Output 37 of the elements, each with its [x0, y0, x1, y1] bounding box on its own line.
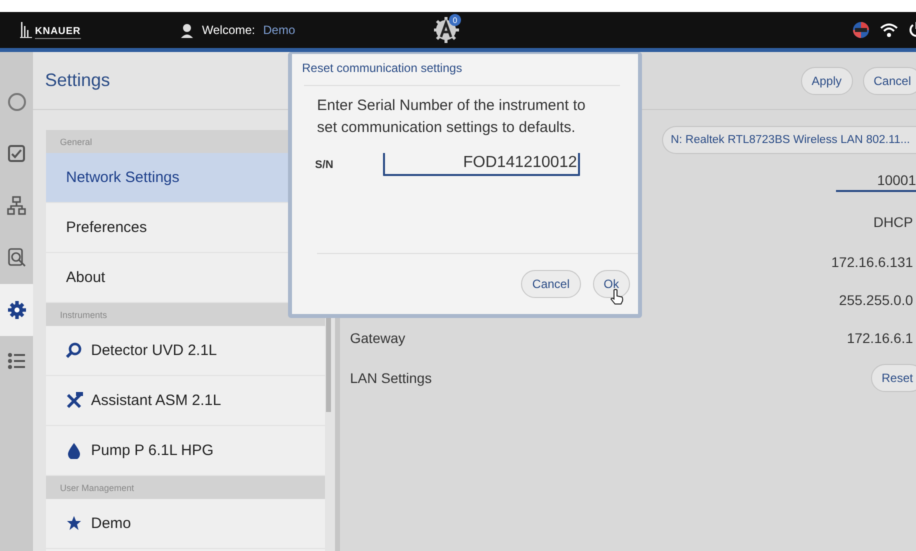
hand-cursor-icon — [610, 289, 624, 305]
setting-label: LAN Settings — [350, 370, 432, 386]
tools-icon — [66, 392, 83, 409]
port-field[interactable]: 10001 — [836, 172, 916, 192]
notification-badge: 0 — [449, 14, 461, 26]
status-circle-icon[interactable] — [852, 21, 870, 39]
dialog-title: Reset communication settings — [301, 60, 464, 77]
drop-icon — [66, 442, 83, 459]
setting-value: 172.16.6.131 — [831, 254, 913, 270]
hierarchy-icon — [6, 196, 26, 216]
setting-label: Gateway — [350, 330, 406, 346]
dialog-button[interactable]: Cancel — [521, 270, 581, 298]
page-title: Settings — [45, 70, 110, 91]
magnifier-icon — [66, 342, 83, 359]
dialog-button[interactable]: Ok — [592, 270, 630, 298]
adapter-dropdown[interactable]: N: Realtek RTL8723BS Wireless LAN 802.11... — [662, 126, 916, 154]
serial-number-field[interactable]: FOD141210012 — [383, 153, 580, 176]
header-button[interactable]: Cancel — [862, 66, 916, 94]
wifi-icon[interactable] — [880, 22, 898, 38]
setting-value: 255.255.0.0 — [839, 292, 913, 308]
settings-icon — [6, 300, 26, 320]
section-header: User Management — [46, 476, 325, 499]
checkbox-icon — [6, 144, 26, 164]
reset-button[interactable]: Reset — [870, 364, 916, 392]
user-name: Demo — [263, 23, 296, 37]
logo-mark-icon — [20, 21, 32, 39]
user-icon — [180, 22, 194, 38]
setting-value: 172.16.6.1 — [846, 330, 913, 346]
setting-value: DHCP — [873, 214, 913, 230]
welcome-label: Welcome: — [202, 23, 256, 37]
header-button[interactable]: Apply — [800, 66, 853, 94]
document-search-icon — [6, 248, 26, 268]
star-icon — [66, 515, 83, 532]
list-icon — [6, 352, 26, 372]
section-header: Instruments — [46, 303, 325, 326]
logo-text: KNAUER — [35, 26, 81, 39]
circle-icon — [6, 92, 26, 112]
